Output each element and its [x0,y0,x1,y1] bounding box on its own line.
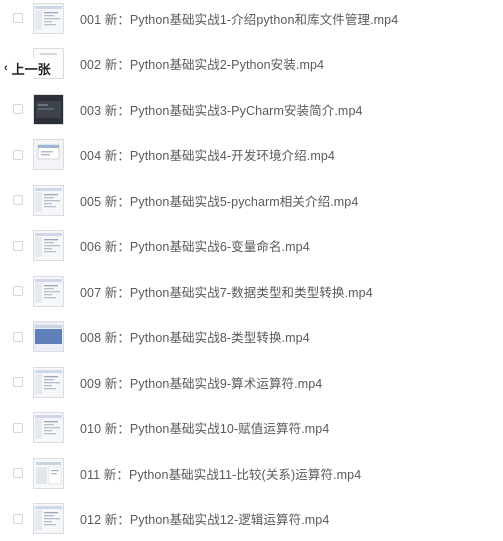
file-name[interactable]: 005 新：Python基础实战5-pycharm相关介绍.mp4 [80,191,358,210]
file-row[interactable]: 011 新：Python基础实战11-比较(关系)运算符.mp4 [0,453,503,493]
video-thumbnail[interactable] [33,503,64,534]
file-name[interactable]: 004 新：Python基础实战4-开发环境介绍.mp4 [80,145,335,164]
file-name[interactable]: 003 新：Python基础实战3-PyCharm安装简介.mp4 [80,100,363,119]
file-checkbox[interactable] [13,104,23,114]
file-checkbox[interactable] [13,513,23,524]
video-thumbnail[interactable] [33,93,64,125]
file-name[interactable]: 006 新：Python基础实战6-变量命名.mp4 [80,236,310,255]
video-thumbnail[interactable] [33,366,64,398]
file-checkbox[interactable] [13,13,23,23]
file-checkbox[interactable] [13,286,23,296]
file-name[interactable]: 002 新：Python基础实战2-Python安装.mp4 [80,54,324,73]
file-name[interactable]: 010 新：Python基础实战10-赋值运算符.mp4 [80,418,329,437]
prev-image-label: 上一张 [11,61,51,77]
file-name[interactable]: 011 新：Python基础实战11-比较(关系)运算符.mp4 [80,464,361,483]
file-name[interactable]: 012 新：Python基础实战12-逻辑运算符.mp4 [80,509,329,528]
file-row[interactable]: 012 新：Python基础实战12-逻辑运算符.mp4 [0,499,503,539]
video-thumbnail[interactable] [33,230,64,261]
video-thumbnail[interactable] [33,275,64,307]
file-row[interactable]: 009 新：Python基础实战9-算术运算符.mp4 [0,362,503,402]
file-row[interactable]: 010 新：Python基础实战10-赋值运算符.mp4 [0,408,503,448]
file-name[interactable]: 001 新：Python基础实战1-介绍python和库文件管理.mp4 [80,9,398,28]
file-row[interactable]: 007 新：Python基础实战7-数据类型和类型转换.mp4 [0,271,503,311]
file-row[interactable]: 003 新：Python基础实战3-PyCharm安装简介.mp4 [0,89,503,129]
prev-image-button[interactable]: ‹ 上一张 [4,58,54,78]
chevron-left-icon: ‹ [4,62,8,74]
file-name[interactable]: 008 新：Python基础实战8-类型转换.mp4 [80,327,310,346]
file-list: 001 新：Python基础实战1-介绍python和库文件管理.mp4 002 … [0,0,503,541]
file-row[interactable]: 005 新：Python基础实战5-pycharm相关介绍.mp4 [0,180,503,220]
video-thumbnail[interactable] [33,184,64,216]
file-name[interactable]: 007 新：Python基础实战7-数据类型和类型转换.mp4 [80,282,373,301]
file-checkbox[interactable] [13,377,23,387]
file-row[interactable]: 008 新：Python基础实战8-类型转换.mp4 [0,317,503,357]
video-thumbnail[interactable] [33,321,64,352]
file-checkbox[interactable] [13,468,23,478]
file-checkbox[interactable] [13,195,23,205]
video-thumbnail[interactable] [33,457,64,489]
file-row[interactable]: 001 新：Python基础实战1-介绍python和库文件管理.mp4 [0,0,503,38]
file-row[interactable]: 002 新：Python基础实战2-Python安装.mp4 [0,44,503,84]
video-thumbnail[interactable] [33,2,64,34]
file-row[interactable]: 004 新：Python基础实战4-开发环境介绍.mp4 [0,135,503,175]
file-checkbox[interactable] [13,149,23,160]
file-name[interactable]: 009 新：Python基础实战9-算术运算符.mp4 [80,373,322,392]
video-thumbnail[interactable] [33,412,64,443]
file-checkbox[interactable] [13,240,23,251]
file-row[interactable]: 006 新：Python基础实战6-变量命名.mp4 [0,226,503,266]
file-checkbox[interactable] [13,422,23,433]
video-thumbnail[interactable] [33,139,64,170]
file-checkbox[interactable] [13,331,23,342]
